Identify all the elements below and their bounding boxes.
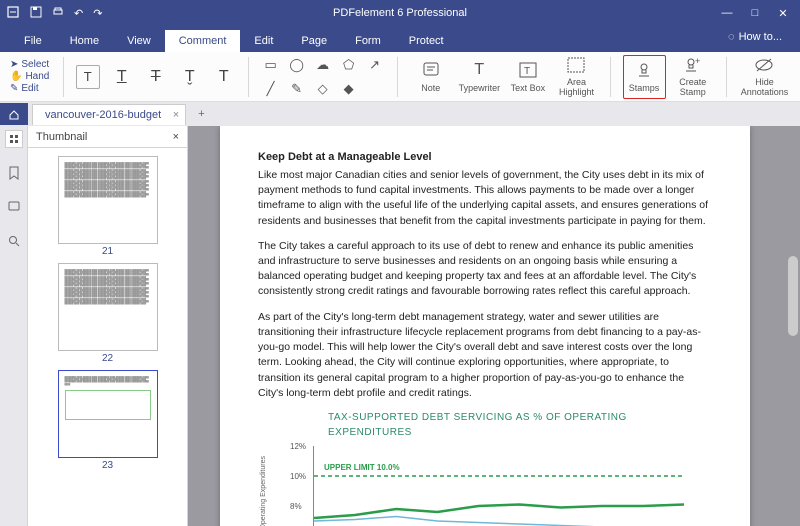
arrow-shape-icon[interactable]: ↗ xyxy=(365,55,385,75)
textbox-button[interactable]: T Text Box xyxy=(507,55,550,99)
document-tab[interactable]: vancouver-2016-budget × xyxy=(32,104,186,125)
undo-icon[interactable]: ↶ xyxy=(74,7,83,20)
edit-tool[interactable]: ✎Edit xyxy=(10,83,51,94)
page-canvas: Keep Debt at a Manageable Level Like mos… xyxy=(220,126,750,526)
pencil-icon: ✎ xyxy=(10,83,18,94)
titlebar: ↶ ↷ PDFelement 6 Professional — □ ✕ xyxy=(0,0,800,26)
shape-tools: ▭ ◯ ☁ ⬠ ↗ ╱ ✎ ◇ ◆ xyxy=(261,55,385,99)
maximize-button[interactable]: □ xyxy=(742,3,768,23)
menu-form[interactable]: Form xyxy=(341,30,395,52)
typewriter-icon: T xyxy=(469,60,489,80)
close-button[interactable]: ✕ xyxy=(770,3,796,23)
eraser2-shape-icon[interactable]: ◆ xyxy=(339,79,359,99)
cursor-icon: ➤ xyxy=(10,59,18,70)
menu-page[interactable]: Page xyxy=(287,30,341,52)
hide-annotations-button[interactable]: Hide Annotations xyxy=(739,55,790,99)
doc-paragraph: Like most major Canadian cities and seni… xyxy=(258,168,712,229)
stamp-icon xyxy=(634,60,654,80)
select-tool[interactable]: ➤Select xyxy=(10,59,51,70)
menu-file[interactable]: File xyxy=(10,30,56,52)
menu-view[interactable]: View xyxy=(113,30,165,52)
thumbnail-page[interactable]: ████████ ████ ██████ ████ ████████ ████ … xyxy=(53,263,163,364)
vertical-scrollbar[interactable] xyxy=(788,256,798,336)
strikeout-tool[interactable]: T xyxy=(144,65,168,89)
menu-edit[interactable]: Edit xyxy=(240,30,287,52)
document-tabbar: vancouver-2016-budget × + xyxy=(0,102,800,126)
menu-home[interactable]: Home xyxy=(56,30,113,52)
home-tab-button[interactable] xyxy=(0,103,28,125)
doc-paragraph: As part of the City's long-term debt man… xyxy=(258,310,712,401)
text-annotate-group: T T T T̬ T xyxy=(76,65,236,89)
doc-paragraph: The City takes a careful approach to its… xyxy=(258,239,712,300)
squiggly-tool[interactable]: T xyxy=(212,65,236,89)
thumbnail-header: Thumbnail × xyxy=(28,126,187,148)
document-tab-label: vancouver-2016-budget xyxy=(45,109,161,121)
tab-close-icon[interactable]: × xyxy=(173,109,179,121)
how-to-link[interactable]: ◌ How to... xyxy=(728,31,782,43)
chart-title: TAX-SUPPORTED DEBT SERVICING AS % OF OPE… xyxy=(328,411,712,440)
create-stamp-button[interactable]: + Create Stamp xyxy=(672,55,715,99)
minimize-button[interactable]: — xyxy=(714,3,740,23)
oval-shape-icon[interactable]: ◯ xyxy=(287,55,307,75)
stamps-button[interactable]: Stamps xyxy=(623,55,666,99)
workspace: Thumbnail × ████████ ████ ██████ ████ ██… xyxy=(0,126,800,526)
textbox-icon: T xyxy=(518,60,538,80)
panel-close-icon[interactable]: × xyxy=(173,131,179,143)
chart: % of Operating Expenditures 6%8%10%12% U… xyxy=(313,446,683,526)
location-icon: ◌ xyxy=(728,31,735,43)
underline-tool[interactable]: T xyxy=(110,65,134,89)
side-rail xyxy=(0,126,28,526)
svg-text:+: + xyxy=(695,56,700,66)
thumbnail-panel: Thumbnail × ████████ ████ ██████ ████ ██… xyxy=(28,126,188,526)
chart-svg xyxy=(314,446,684,526)
thumbnail-list[interactable]: ████████ ████ ██████ ████ ████████ ████ … xyxy=(28,148,187,526)
thumbnail-page[interactable]: ████████ ████ ██████ ████ ████████ ████ … xyxy=(53,156,163,257)
page-view[interactable]: Keep Debt at a Manageable Level Like mos… xyxy=(188,126,800,526)
polygon-shape-icon[interactable]: ⬠ xyxy=(339,55,359,75)
app-title: PDFelement 6 Professional xyxy=(333,7,467,19)
eraser-shape-icon[interactable]: ◇ xyxy=(313,79,333,99)
chart-ylabel: % of Operating Expenditures xyxy=(259,456,269,526)
redo-icon[interactable]: ↷ xyxy=(93,7,102,20)
cloud-shape-icon[interactable]: ☁ xyxy=(313,55,333,75)
thumbnails-rail-icon[interactable] xyxy=(5,130,23,148)
upper-limit-label: UPPER LIMIT 10.0% xyxy=(324,462,400,474)
caret-tool[interactable]: T̬ xyxy=(178,65,202,89)
ribbon: ➤Select ✋Hand ✎Edit T T T T̬ T ▭ ◯ ☁ ⬠ ↗… xyxy=(0,52,800,102)
menu-protect[interactable]: Protect xyxy=(395,30,458,52)
note-icon xyxy=(421,60,441,80)
search-rail-icon[interactable] xyxy=(5,232,23,250)
bookmark-rail-icon[interactable] xyxy=(5,164,23,182)
print-icon[interactable] xyxy=(52,6,64,21)
typewriter-button[interactable]: T Typewriter xyxy=(458,55,501,99)
pencil-shape-icon[interactable]: ✎ xyxy=(287,79,307,99)
new-tab-button[interactable]: + xyxy=(192,106,210,122)
chart-tick: 10% xyxy=(290,471,306,483)
thumbnail-number: 23 xyxy=(102,460,113,471)
thumbnail-page[interactable]: ████████ ████ ██████ ████ ████████ ████ … xyxy=(53,370,163,471)
note-button[interactable]: Note xyxy=(409,55,452,99)
thumbnail-number: 22 xyxy=(102,353,113,364)
create-stamp-icon: + xyxy=(683,55,703,75)
chart-tick: 12% xyxy=(290,441,306,453)
thumbnail-number: 21 xyxy=(102,246,113,257)
pointer-tools: ➤Select ✋Hand ✎Edit xyxy=(10,59,51,94)
menu-comment[interactable]: Comment xyxy=(165,30,241,52)
rect-shape-icon[interactable]: ▭ xyxy=(261,55,281,75)
menubar: FileHomeViewCommentEditPageFormProtect ◌… xyxy=(0,26,800,52)
svg-text:T: T xyxy=(524,66,530,77)
save-icon[interactable] xyxy=(30,6,42,21)
doc-heading: Keep Debt at a Manageable Level xyxy=(258,150,712,166)
hand-icon: ✋ xyxy=(10,71,22,82)
comments-rail-icon[interactable] xyxy=(5,198,23,216)
area-highlight-icon xyxy=(566,55,586,75)
line-shape-icon[interactable]: ╱ xyxy=(261,79,281,99)
hand-tool[interactable]: ✋Hand xyxy=(10,71,51,82)
highlight-tool[interactable]: T xyxy=(76,65,100,89)
chart-tick: 8% xyxy=(290,501,302,513)
app-logo-icon xyxy=(6,5,20,22)
area-highlight-button[interactable]: Area Highlight xyxy=(555,55,598,99)
hide-icon xyxy=(754,55,774,75)
